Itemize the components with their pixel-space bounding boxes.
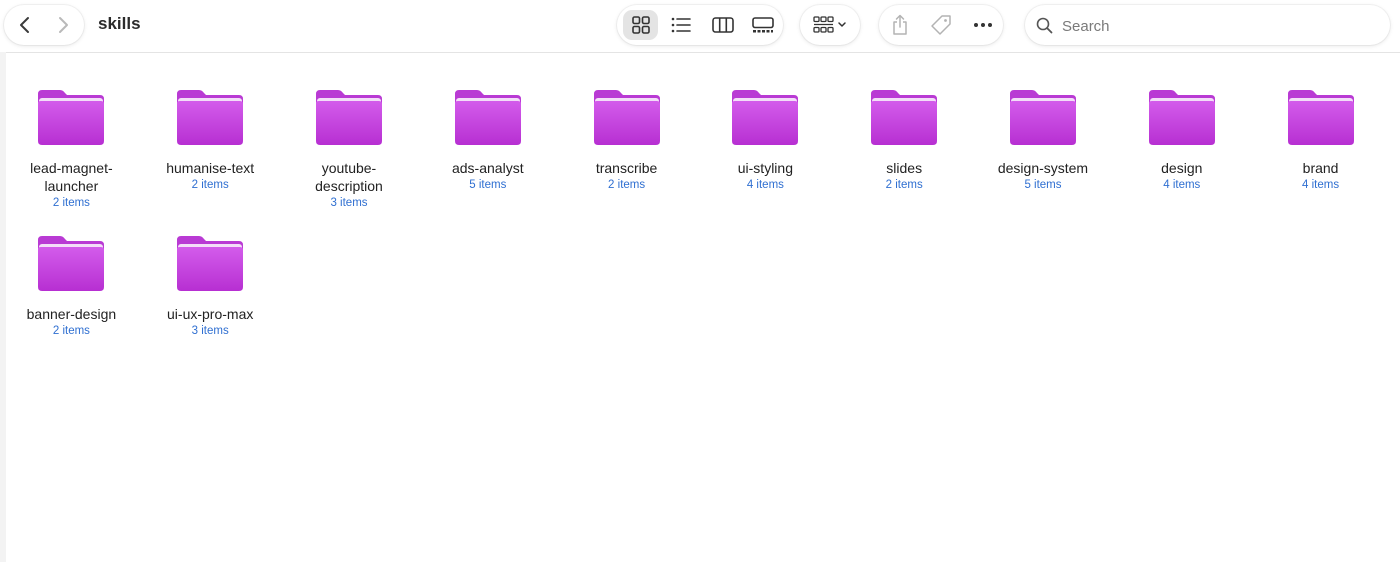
folder-name: lead-magnet-launcher (30, 160, 113, 194)
folder-name: transcribe (595, 160, 658, 176)
back-button[interactable] (10, 10, 40, 40)
folder-icon (175, 86, 245, 148)
folder-item[interactable]: banner-design 2 items (2, 232, 141, 378)
ellipsis-icon (974, 23, 992, 27)
chevron-left-icon (20, 17, 29, 33)
folder-item-count: 4 items (1302, 179, 1340, 191)
folder-name: ui-ux-pro-max (167, 306, 254, 322)
folder-item-count: 5 items (469, 179, 507, 191)
folder-icon (453, 86, 523, 148)
window-title: skills (98, 14, 141, 33)
toolbar: skills (0, 0, 1400, 53)
folder-item-count: 3 items (330, 197, 368, 209)
folder-item[interactable]: slides 2 items (835, 86, 974, 232)
folder-item-count: 2 items (885, 179, 923, 191)
folder-name: banner-design (26, 306, 117, 322)
folder-icon (36, 232, 106, 294)
folder-item-count: 4 items (746, 179, 784, 191)
list-view-button[interactable] (663, 10, 698, 40)
share-button[interactable] (885, 10, 915, 40)
folder-item[interactable]: lead-magnet-launcher 2 items (2, 86, 141, 232)
folder-icon (36, 86, 106, 148)
grid-icon (631, 16, 650, 34)
folder-name: humanise-text (166, 160, 255, 176)
folder-icon (314, 86, 384, 148)
folder-item[interactable]: ui-ux-pro-max 3 items (141, 232, 280, 378)
folder-icon (1147, 86, 1217, 148)
folder-item-count: 2 items (191, 179, 229, 191)
folder-item[interactable]: youtube-description 3 items (280, 86, 419, 232)
folder-name: youtube-description (315, 160, 383, 194)
folder-icon (869, 86, 939, 148)
folder-icon (592, 86, 662, 148)
icon-view-button[interactable] (623, 10, 658, 40)
share-icon (893, 14, 907, 35)
folder-name: brand (1302, 160, 1339, 176)
folder-item[interactable]: transcribe 2 items (557, 86, 696, 232)
gallery-view-button[interactable] (745, 10, 780, 40)
group-by-button[interactable] (806, 10, 854, 40)
gallery-icon (751, 17, 774, 33)
folder-name: design-system (997, 160, 1089, 176)
column-view-button[interactable] (705, 10, 740, 40)
folder-item-count: 2 items (52, 325, 90, 337)
folder-icon (175, 232, 245, 294)
folder-grid: lead-magnet-launcher 2 items humanise-text… (2, 86, 1390, 378)
search-input[interactable] (1060, 12, 1364, 40)
forward-button[interactable] (48, 10, 78, 40)
folder-item[interactable]: ui-styling 4 items (696, 86, 835, 232)
folder-item-count: 2 items (608, 179, 646, 191)
folder-item[interactable]: brand 4 items (1251, 86, 1390, 232)
folder-item-count: 3 items (191, 325, 229, 337)
folder-name: ui-styling (737, 160, 793, 176)
folder-item[interactable]: ads-analyst 5 items (418, 86, 557, 232)
more-button[interactable] (968, 10, 998, 40)
folder-item[interactable]: design 4 items (1112, 86, 1251, 232)
folder-icon (1286, 86, 1356, 148)
columns-icon (711, 17, 734, 33)
folder-icon (1008, 86, 1078, 148)
tag-button[interactable] (926, 10, 956, 40)
folder-item-count: 5 items (1024, 179, 1062, 191)
folder-name: slides (886, 160, 923, 176)
folder-item-count: 2 items (52, 197, 90, 209)
chevron-right-icon (59, 17, 68, 33)
folder-name: design (1161, 160, 1203, 176)
folder-name: ads-analyst (451, 160, 524, 176)
search-icon-wrap (1034, 15, 1054, 35)
tag-icon (931, 15, 951, 35)
search-icon (1036, 17, 1052, 33)
list-icon (671, 17, 691, 33)
folder-icon (730, 86, 800, 148)
folder-item[interactable]: humanise-text 2 items (141, 86, 280, 232)
folder-item-count: 4 items (1163, 179, 1201, 191)
group-by-icon (813, 16, 846, 33)
folder-item[interactable]: design-system 5 items (974, 86, 1113, 232)
